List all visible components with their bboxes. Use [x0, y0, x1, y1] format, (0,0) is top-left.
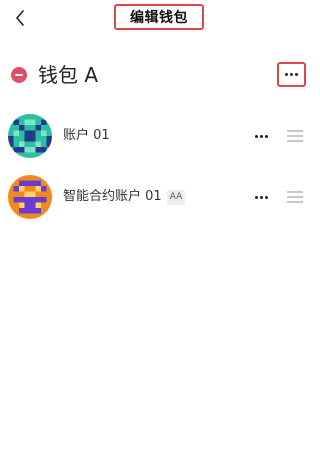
more-horizontal-icon: [254, 134, 268, 138]
top-bar: 编辑钱包: [0, 0, 319, 38]
drag-handle-icon[interactable]: [287, 190, 303, 204]
account-more-button[interactable]: [250, 126, 272, 146]
more-horizontal-icon: [285, 73, 298, 76]
more-horizontal-icon: [254, 195, 268, 199]
account-avatar: [8, 114, 52, 158]
account-row[interactable]: 账户 01: [0, 112, 319, 160]
wallet-name: 钱包 A: [38, 63, 99, 87]
page-title-box: 编辑钱包: [114, 4, 204, 30]
account-name: 智能合约账户 01: [63, 189, 162, 204]
wallet-row: 钱包 A: [0, 58, 319, 94]
wallet-more-button[interactable]: [277, 62, 306, 87]
account-avatar: [8, 175, 52, 219]
account-name: 账户 01: [63, 128, 110, 143]
account-row[interactable]: 智能合约账户 01 AA: [0, 173, 319, 221]
account-label: 账户 01: [63, 127, 110, 145]
back-button[interactable]: [10, 6, 30, 30]
page-title: 编辑钱包: [130, 10, 188, 26]
drag-handle-icon[interactable]: [287, 129, 303, 143]
chevron-left-icon: [16, 10, 24, 26]
account-label: 智能合约账户 01 AA: [63, 188, 186, 206]
remove-wallet-button[interactable]: [11, 67, 27, 83]
account-type-badge: AA: [166, 190, 186, 205]
account-more-button[interactable]: [250, 187, 272, 207]
